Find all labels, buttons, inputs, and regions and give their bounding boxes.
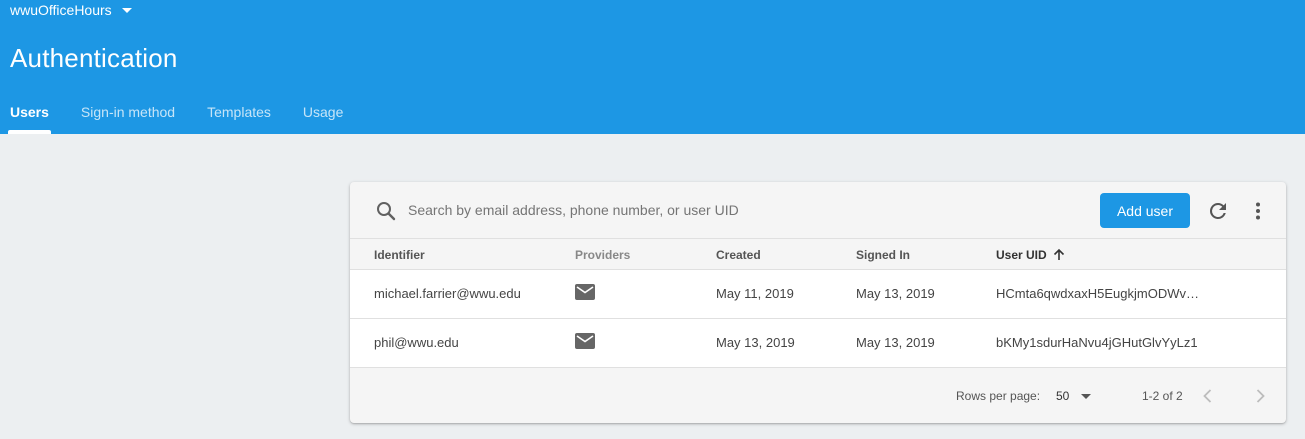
tab-users[interactable]: Users xyxy=(8,96,51,134)
search-input[interactable] xyxy=(408,198,908,222)
identifier-cell: michael.farrier@wwu.edu xyxy=(374,286,521,301)
column-created[interactable]: Created xyxy=(716,248,761,262)
project-selector[interactable]: wwuOfficeHours xyxy=(10,2,132,18)
uid-cell: HCmta6qwdxaxH5EugkjmODWvX... xyxy=(996,286,1202,301)
chevron-right-icon[interactable] xyxy=(1250,386,1270,406)
table-toolbar: Add user xyxy=(350,182,1286,238)
rows-per-page-value: 50 xyxy=(1056,389,1070,403)
chevron-left-icon[interactable] xyxy=(1198,386,1218,406)
rows-per-page-select[interactable]: 50 xyxy=(1056,389,1092,403)
column-signed-in[interactable]: Signed In xyxy=(856,248,910,262)
column-identifier[interactable]: Identifier xyxy=(374,248,425,262)
chevron-down-icon xyxy=(121,8,132,13)
refresh-icon[interactable] xyxy=(1206,199,1230,223)
project-name: wwuOfficeHours xyxy=(10,2,112,18)
column-providers: Providers xyxy=(575,248,631,262)
column-user-uid-label: User UID xyxy=(996,248,1047,262)
app-header: wwuOfficeHours Authentication Users Sign… xyxy=(0,0,1305,134)
signed-in-cell: May 13, 2019 xyxy=(856,335,935,350)
tab-templates[interactable]: Templates xyxy=(207,96,271,134)
email-icon xyxy=(575,333,595,349)
column-user-uid[interactable]: User UID xyxy=(996,248,1066,262)
tab-bar: Users Sign-in method Templates Usage xyxy=(0,96,375,134)
tab-usage[interactable]: Usage xyxy=(303,96,343,134)
created-cell: May 11, 2019 xyxy=(716,286,794,301)
pagination-range: 1-2 of 2 xyxy=(1142,389,1183,403)
more-vert-icon[interactable] xyxy=(1246,199,1270,223)
table-header: Identifier Providers Created Signed In U… xyxy=(350,238,1286,270)
table-row[interactable]: phil@wwu.edu May 13, 2019 May 13, 2019 b… xyxy=(350,319,1286,368)
email-icon xyxy=(575,284,595,300)
uid-cell: bKMy1sdurHaNvu4jGHutGlvYyLz1 xyxy=(996,335,1198,350)
tab-sign-in-method[interactable]: Sign-in method xyxy=(81,96,175,134)
chevron-down-icon xyxy=(1081,393,1092,399)
page-title: Authentication xyxy=(10,43,178,73)
rows-per-page-label: Rows per page: xyxy=(956,389,1041,403)
table-row[interactable]: michael.farrier@wwu.edu May 11, 2019 May… xyxy=(350,270,1286,319)
created-cell: May 13, 2019 xyxy=(716,335,795,350)
identifier-cell: phil@wwu.edu xyxy=(374,335,459,350)
search-icon xyxy=(377,202,396,221)
signed-in-cell: May 13, 2019 xyxy=(856,286,935,301)
arrow-up-icon xyxy=(1053,248,1064,260)
pagination-bar: Rows per page: 50 1-2 of 2 xyxy=(350,368,1286,423)
users-card: Add user Identifier Providers Created Si… xyxy=(350,182,1286,423)
add-user-button[interactable]: Add user xyxy=(1100,193,1190,228)
